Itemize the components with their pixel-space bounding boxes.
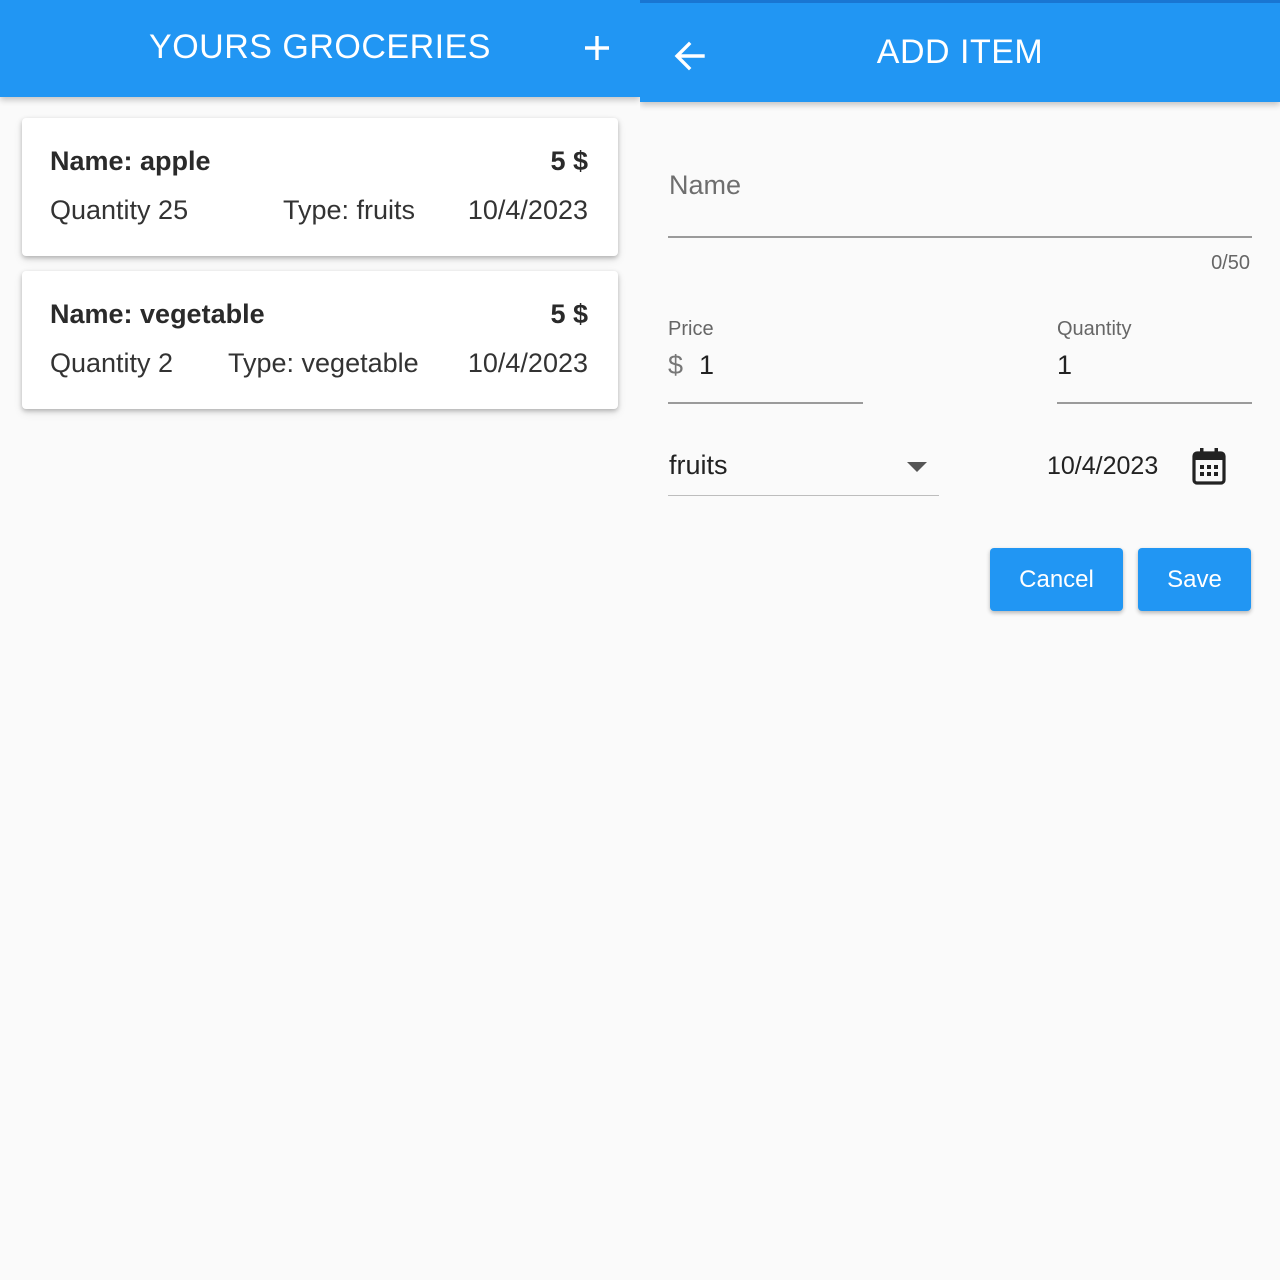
price-input[interactable]: Price $ 1 <box>668 316 863 404</box>
price-label: Price <box>668 318 714 340</box>
add-item-screen: ADD ITEM Name 0/50 Price $ 1 Quantity 1 … <box>640 0 1280 1280</box>
grocery-item-card[interactable]: Name: apple 5 $ Quantity 25 Type: fruits… <box>22 118 618 256</box>
item-type: Type: fruits <box>283 195 416 225</box>
name-char-counter: 0/50 <box>1211 252 1250 274</box>
item-name: Name: apple <box>50 146 211 176</box>
date-picker-button[interactable] <box>1188 443 1230 489</box>
item-date: 10/4/2023 <box>467 348 588 378</box>
date-value: 10/4/2023 <box>1047 452 1159 480</box>
plus-icon <box>585 36 609 60</box>
cancel-button[interactable]: Cancel <box>990 548 1123 611</box>
calendar-icon <box>1192 448 1226 485</box>
type-underline <box>668 494 939 496</box>
save-button[interactable]: Save <box>1138 548 1251 611</box>
item-name: Name: vegetable <box>50 299 265 329</box>
groceries-app-bar: YOURS GROCERIES <box>0 0 640 97</box>
chevron-down-icon <box>907 462 927 472</box>
item-price: 5 $ <box>550 299 588 329</box>
item-quantity: Quantity 2 <box>50 348 174 378</box>
type-selected-value: fruits <box>669 450 728 480</box>
name-input[interactable]: Name <box>668 150 1252 238</box>
price-underline <box>668 402 863 404</box>
price-value: 1 <box>699 350 715 380</box>
name-placeholder: Name <box>669 170 742 200</box>
item-price: 5 $ <box>550 146 588 176</box>
price-prefix: $ <box>668 350 684 380</box>
add-item-button[interactable] <box>569 20 625 76</box>
grocery-item-card[interactable]: Name: vegetable 5 $ Quantity 2 Type: veg… <box>22 271 618 409</box>
name-underline <box>668 236 1252 238</box>
groceries-list-screen: YOURS GROCERIES Name: apple 5 $ Quantity… <box>0 0 640 1280</box>
item-date: 10/4/2023 <box>467 195 588 225</box>
page-title: YOURS GROCERIES <box>149 28 491 66</box>
item-quantity: Quantity 25 <box>50 195 189 225</box>
quantity-input[interactable]: Quantity 1 <box>1057 316 1252 404</box>
quantity-underline <box>1057 402 1252 404</box>
type-dropdown[interactable]: fruits <box>668 440 939 496</box>
page-title: ADD ITEM <box>876 33 1044 71</box>
quantity-label: Quantity <box>1057 318 1132 340</box>
quantity-value: 1 <box>1057 350 1073 380</box>
item-type: Type: vegetable <box>228 348 419 378</box>
add-item-app-bar: ADD ITEM <box>640 0 1280 102</box>
